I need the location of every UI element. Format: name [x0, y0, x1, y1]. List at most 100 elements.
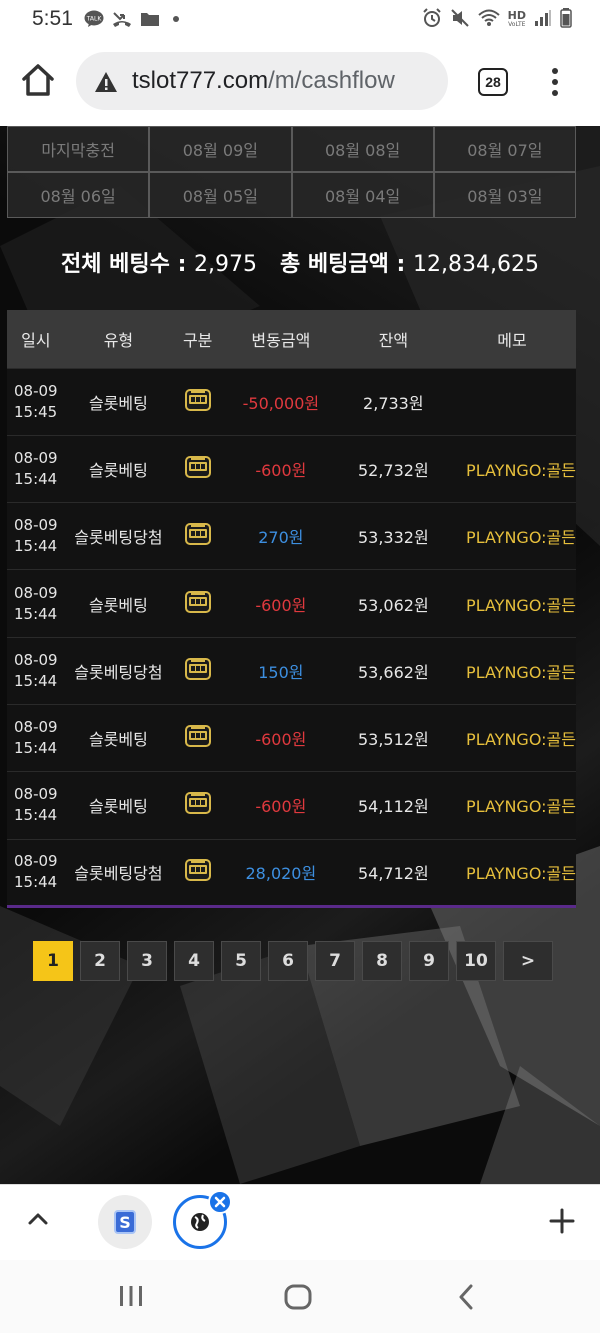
date-tab[interactable]: 08월 04일 [291, 172, 434, 218]
cell-datetime: 08-09 15:44 [7, 434, 65, 503]
cell-category [172, 703, 224, 772]
cell-category [172, 569, 224, 638]
date-tab[interactable]: 08월 08일 [291, 126, 434, 172]
url-text: tslot777.com/m/cashflow [132, 67, 395, 95]
cell-amount: -600원 [223, 771, 339, 840]
home-button[interactable] [18, 60, 58, 100]
cell-type: 슬롯베팅 [64, 569, 173, 638]
browser-toolbar: tslot777.com/m/cashflow 28 [0, 38, 600, 126]
cell-memo: PLAYNGO:골든 [448, 569, 576, 638]
cell-amount: 270원 [223, 502, 339, 570]
cell-balance: 2,733원 [338, 367, 449, 436]
date-tab[interactable]: 마지막충전 [7, 126, 150, 172]
cell-time: 15:44 [14, 671, 58, 690]
page-button[interactable]: 9 [409, 941, 449, 981]
page-button[interactable]: 5 [221, 941, 261, 981]
date-tab[interactable]: 08월 09일 [149, 126, 292, 172]
url-domain: tslot777.com [132, 67, 269, 94]
cell-time: 15:44 [14, 806, 58, 825]
close-tab-button[interactable] [208, 1190, 232, 1214]
cell-datetime: 08-09 15:45 [7, 367, 65, 436]
cell-time: 15:44 [14, 469, 58, 488]
cell-balance: 53,332원 [338, 502, 449, 570]
home-nav-icon [284, 1284, 312, 1310]
cell-type: 슬롯베팅 [64, 771, 173, 840]
tab-switcher-button[interactable]: 28 [478, 68, 508, 96]
cell-balance: 53,662원 [338, 636, 449, 705]
cell-date: 08-09 [14, 448, 58, 467]
warning-icon[interactable] [94, 71, 118, 93]
table-row: 08-09 15:44 슬롯베팅 -600원 53,512원 PLAYNGO:골든 [7, 703, 576, 772]
cell-datetime: 08-09 15:44 [7, 636, 65, 705]
cell-time: 15:44 [14, 537, 58, 556]
status-icons-right: HD VoLTE [422, 8, 572, 32]
cell-category [172, 636, 224, 705]
cell-memo: PLAYNGO:골든 [448, 703, 576, 772]
page-button[interactable]: 1 [33, 941, 73, 981]
table-row: 08-09 15:44 슬롯베팅 -600원 52,732원 PLAYNGO:골든 [7, 434, 576, 503]
url-bar[interactable]: tslot777.com/m/cashflow [76, 52, 448, 110]
talk-label: TALK [86, 16, 103, 23]
cell-type: 슬롯베팅 [64, 434, 173, 503]
cell-balance: 52,732원 [338, 434, 449, 503]
cell-date: 08-09 [14, 852, 58, 871]
slot-machine-icon [184, 859, 212, 886]
cell-amount: -50,000원 [223, 367, 339, 436]
cell-category [172, 367, 224, 436]
betting-summary: 전체 베팅수 : 2,975 총 베팅금액 : 12,834,625 [0, 246, 600, 278]
back-button[interactable] [456, 1284, 476, 1314]
back-icon [459, 1284, 473, 1310]
page-button[interactable]: 10 [456, 941, 496, 981]
cell-memo: PLAYNGO:골든 [448, 434, 576, 503]
cell-memo: PLAYNGO:골든 [448, 502, 576, 570]
cell-memo [448, 367, 576, 436]
new-tab-button[interactable] [548, 1207, 576, 1239]
cell-type: 슬롯베팅당첨 [64, 838, 173, 908]
header-type: 유형 [64, 310, 173, 368]
bet-count-label: 전체 베팅수 : [61, 252, 195, 277]
tab-favicon-s: S [114, 1210, 136, 1234]
home-nav-button[interactable] [284, 1284, 312, 1314]
slot-machine-icon [184, 657, 212, 685]
folder-icon [140, 10, 160, 28]
page-button[interactable]: 3 [127, 941, 167, 981]
date-tab[interactable]: 08월 03일 [433, 172, 576, 218]
signal-icon [534, 9, 552, 31]
cell-type: 슬롯베팅당첨 [64, 502, 173, 570]
recents-button[interactable] [118, 1284, 144, 1312]
page-button[interactable]: 7 [315, 941, 355, 981]
page-button[interactable]: 8 [362, 941, 402, 981]
cell-balance: 53,512원 [338, 703, 449, 772]
slot-machine-icon [184, 792, 212, 819]
browser-menu-button[interactable] [545, 66, 565, 98]
cell-amount: -600원 [223, 434, 339, 503]
battery-icon [560, 8, 572, 32]
cell-time: 15:45 [14, 402, 58, 421]
date-tab[interactable]: 08월 07일 [433, 126, 576, 172]
cell-balance: 54,112원 [338, 771, 449, 840]
cell-memo: PLAYNGO:골든 [448, 771, 576, 840]
status-time: 5:51 [32, 7, 73, 30]
date-tab[interactable]: 08월 05일 [149, 172, 292, 218]
page-button[interactable]: 2 [80, 941, 120, 981]
cell-category [172, 838, 224, 908]
expand-tabs-button[interactable] [26, 1211, 50, 1231]
cell-balance: 54,712원 [338, 838, 449, 908]
cell-date: 08-09 [14, 583, 58, 602]
voice-label: VoLTE [508, 21, 526, 28]
date-tab[interactable]: 08월 06일 [7, 172, 150, 218]
page-button[interactable]: 4 [174, 941, 214, 981]
next-page-button[interactable]: > [503, 941, 553, 981]
table-header-row: 일시 유형 구분 변동금액 잔액 메모 [7, 310, 576, 368]
cell-datetime: 08-09 15:44 [7, 502, 65, 570]
plus-icon [549, 1208, 575, 1234]
alarm-icon [422, 8, 442, 32]
tab-thumbnail-s[interactable]: S [98, 1195, 152, 1249]
menu-dots-icon [552, 68, 558, 96]
cell-date: 08-09 [14, 381, 58, 400]
slot-machine-icon [184, 725, 212, 752]
page-button[interactable]: 6 [268, 941, 308, 981]
mute-icon [450, 8, 470, 32]
cell-amount: 150원 [223, 636, 339, 705]
status-bar: 5:51 TALK HD VoLTE [0, 0, 600, 38]
